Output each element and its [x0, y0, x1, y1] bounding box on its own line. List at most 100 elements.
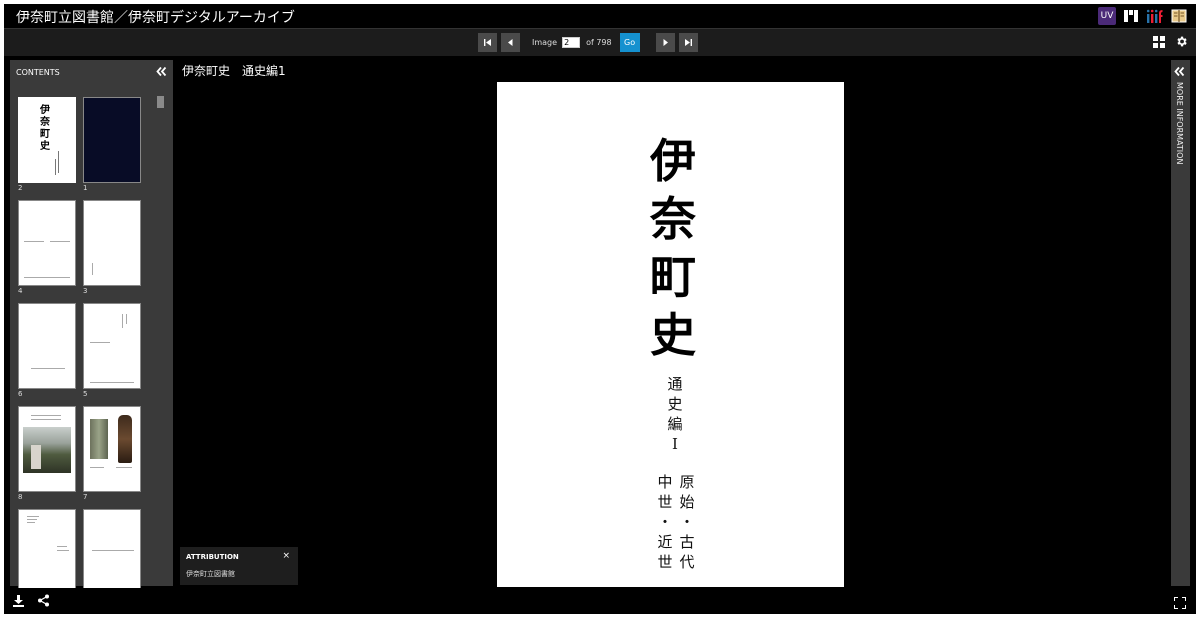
thumbnail-image[interactable]	[18, 406, 76, 492]
thumbnail-text-line	[31, 368, 65, 369]
toolbar-right	[1153, 35, 1188, 48]
title-char: 伊	[650, 134, 696, 188]
thumbnail-text-line	[57, 546, 67, 547]
thumbnail-text-line	[58, 151, 59, 173]
era-char: 中	[657, 473, 673, 491]
thumbnail-image[interactable]	[18, 509, 76, 595]
thumbnail-text-line	[31, 419, 61, 420]
go-button[interactable]: Go	[619, 33, 640, 52]
thumbnail-text-line	[27, 516, 39, 517]
era-char: 古	[679, 533, 695, 551]
share-icon[interactable]	[37, 594, 50, 607]
thumbnail-label: 5	[83, 390, 88, 398]
thumbnail-image[interactable]	[83, 303, 141, 389]
thumbnail-photo	[90, 419, 108, 459]
page-era-col2: 中 世 ・ 近 世	[654, 472, 676, 572]
thumbnail-text-line	[122, 314, 123, 328]
thumbnail-label: 8	[18, 493, 23, 501]
collapse-left-icon[interactable]	[156, 66, 167, 77]
thumbnail-text-line	[92, 550, 134, 551]
thumbnail-text-line	[90, 467, 104, 468]
thumbnail-text-line	[92, 263, 93, 275]
thumbnail-image[interactable]	[83, 406, 141, 492]
gallery-view-icon[interactable]	[1153, 35, 1165, 48]
contents-panel: CONTENTS 伊奈町史 2 1 4 3 6 5 8 7	[10, 60, 173, 595]
thumbnail-image[interactable]	[83, 200, 141, 286]
previous-page-button[interactable]	[501, 33, 520, 52]
last-page-icon	[684, 39, 692, 46]
thumbnail-label: 7	[83, 493, 88, 501]
thumbnail-text-line	[27, 522, 35, 523]
settings-gear-icon[interactable]	[1175, 35, 1188, 48]
title-char: 奈	[650, 192, 696, 246]
era-char: ・	[657, 513, 673, 531]
era-char: 近	[657, 533, 673, 551]
page-subtitle: 通 史 編 Ⅰ	[664, 374, 686, 454]
iiif-logo-icon[interactable]	[1146, 7, 1164, 25]
thumbnail-image[interactable]	[83, 97, 141, 183]
thumbnail-item[interactable]: 8	[18, 406, 76, 509]
toolbar: Image of 798 Go	[4, 28, 1196, 56]
era-char: 原	[679, 473, 695, 491]
thumbnail-text-line	[57, 550, 69, 551]
pager: Image of 798 Go	[478, 33, 698, 52]
thumbnail-text-line	[50, 241, 70, 242]
page-number-input[interactable]	[562, 37, 581, 48]
thumbnail-item[interactable]: 5	[83, 303, 141, 406]
uv-logo-icon[interactable]: UV	[1098, 7, 1116, 25]
attribution-text: 伊奈町立図書館	[186, 570, 235, 578]
document-title: 伊奈町史 通史編1	[182, 64, 286, 78]
contents-title: CONTENTS	[16, 68, 60, 77]
thumbnail-scrollbar[interactable]	[157, 96, 164, 108]
thumbnail-item[interactable]: 伊奈町史 2	[18, 97, 76, 200]
site-title: 伊奈町立図書館／伊奈町デジタルアーカイブ	[16, 10, 295, 26]
subtitle-char: 史	[667, 395, 683, 413]
thumbnail-text-line	[116, 467, 132, 468]
last-page-button[interactable]	[678, 33, 698, 52]
more-information-panel[interactable]: MORE INFORMATION	[1171, 60, 1190, 586]
thumbnail-item[interactable]: 1	[83, 97, 141, 200]
thumbnail-image-selected[interactable]: 伊奈町史	[18, 97, 76, 183]
page-count-label: of 798	[586, 38, 612, 47]
thumbnail-label: 4	[18, 287, 23, 295]
attribution-close-button[interactable]: ×	[282, 551, 290, 561]
fullscreen-icon[interactable]	[1173, 596, 1187, 610]
header-icons: UV	[1098, 7, 1188, 25]
page-viewer[interactable]: 伊 奈 町 史 通 史 編 Ⅰ 原 始 ・ 古 代 中 世 ・ 近 世	[497, 82, 844, 587]
era-char: ・	[679, 513, 695, 531]
m-logo-icon[interactable]	[1122, 7, 1140, 25]
attribution-title: ATTRIBUTION	[186, 553, 239, 561]
subtitle-char: Ⅰ	[672, 435, 678, 453]
thumbnail-image[interactable]	[18, 200, 76, 286]
book-icon[interactable]	[1170, 7, 1188, 25]
page-era-col1: 原 始 ・ 古 代	[676, 472, 698, 572]
more-information-label[interactable]: MORE INFORMATION	[1175, 82, 1184, 164]
footer-right	[1173, 594, 1187, 613]
image-label: Image	[532, 38, 558, 47]
thumbnail-list: 伊奈町史 2 1 4 3 6 5 8 7	[18, 97, 148, 612]
thumbnail-cover-title: 伊奈町史	[40, 105, 50, 152]
thumbnail-item[interactable]: 7	[83, 406, 141, 509]
thumbnail-text-line	[90, 342, 110, 343]
thumbnail-image[interactable]	[83, 509, 141, 595]
contents-header: CONTENTS	[10, 60, 173, 86]
thumbnail-label: 6	[18, 390, 23, 398]
thumbnail-label: 2	[18, 184, 23, 192]
thumbnail-photo-detail	[31, 445, 41, 469]
download-icon[interactable]	[12, 594, 25, 607]
thumbnail-image[interactable]	[18, 303, 76, 389]
first-page-button[interactable]	[478, 33, 497, 52]
next-page-button[interactable]	[655, 33, 675, 52]
thumbnail-text-line	[24, 277, 70, 278]
era-char: 代	[679, 553, 695, 571]
header: 伊奈町立図書館／伊奈町デジタルアーカイブ UV	[4, 4, 1196, 28]
title-char: 史	[650, 308, 696, 362]
thumbnail-text-line	[27, 519, 37, 520]
thumbnail-item[interactable]: 6	[18, 303, 76, 406]
expand-right-icon[interactable]	[1174, 66, 1185, 77]
thumbnail-item[interactable]: 3	[83, 200, 141, 303]
thumbnail-text-line	[126, 314, 127, 324]
title-char: 町	[650, 250, 696, 304]
thumbnail-item[interactable]: 4	[18, 200, 76, 303]
thumbnail-text-line	[55, 159, 56, 175]
